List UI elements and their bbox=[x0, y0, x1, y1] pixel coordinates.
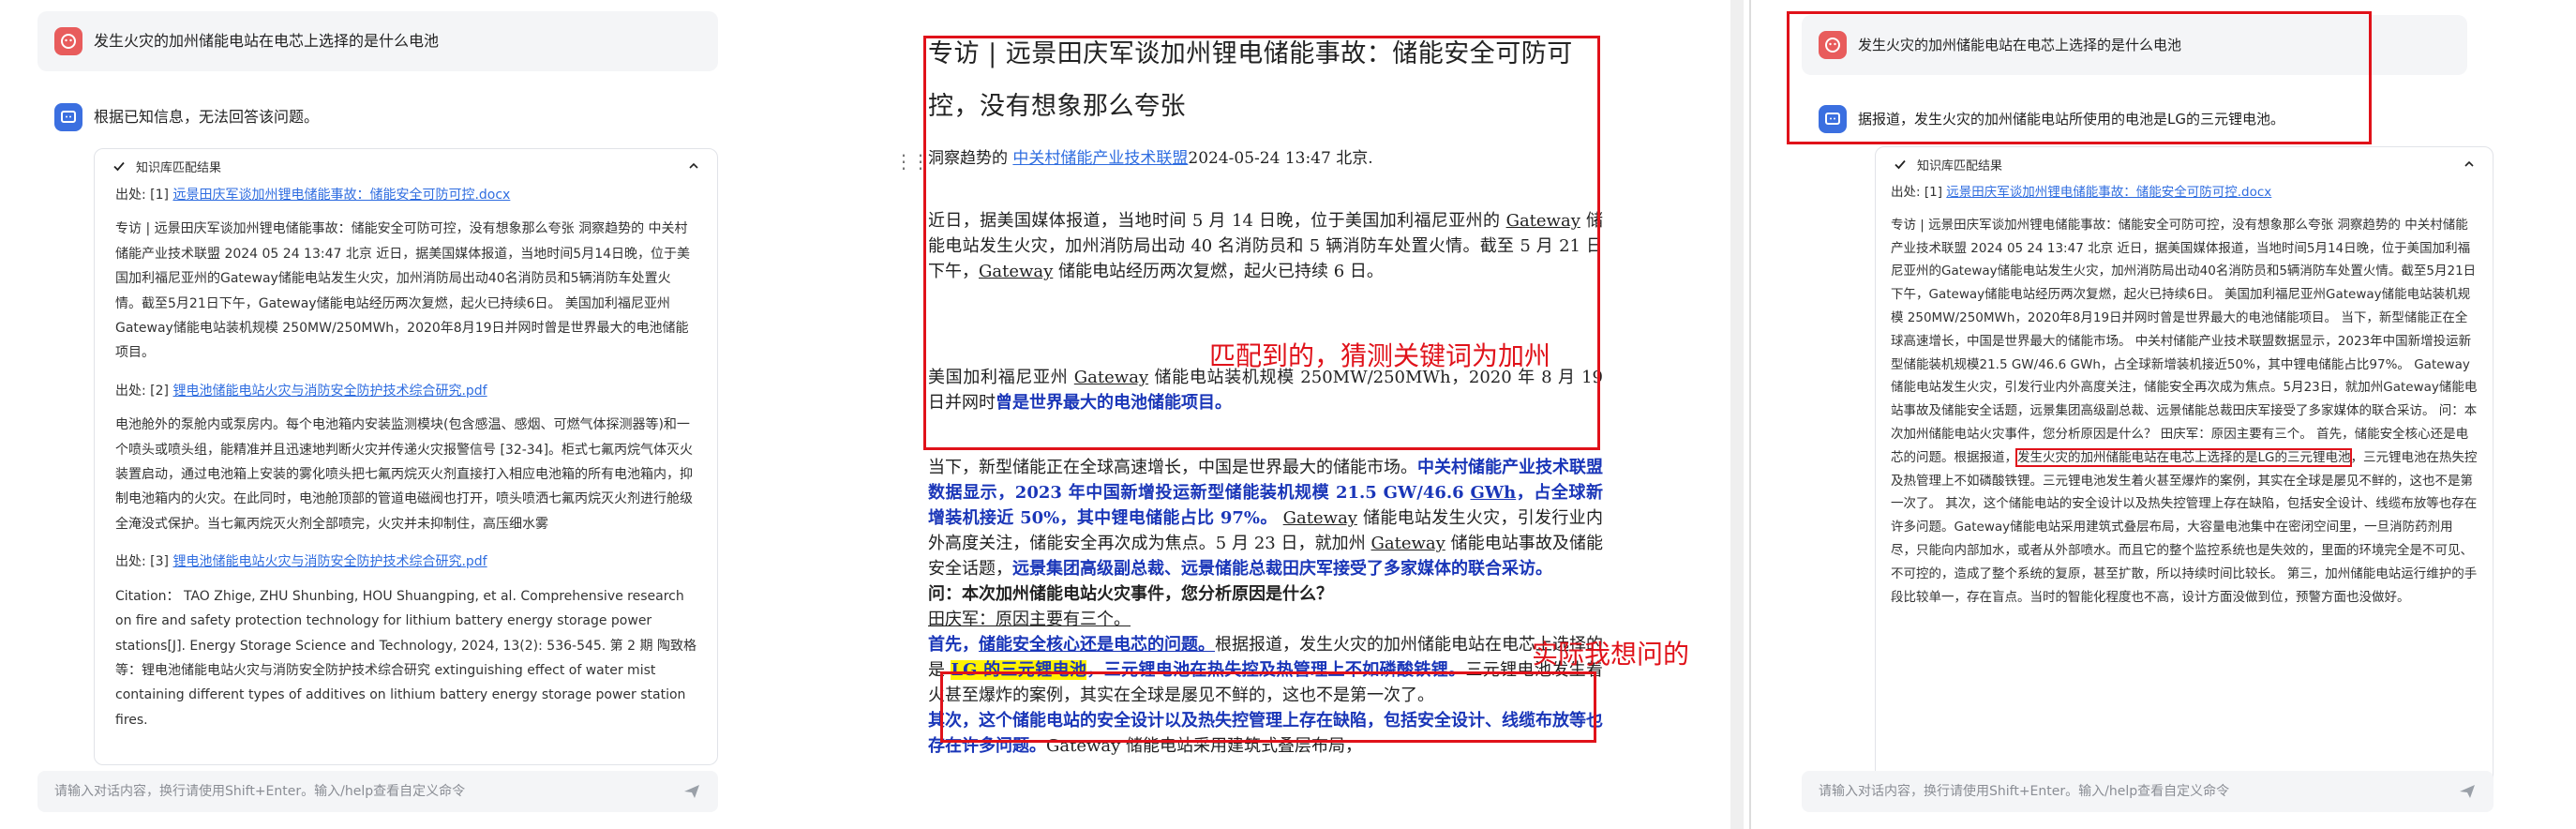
p1-b: Gateway bbox=[1505, 211, 1580, 231]
user-face-icon bbox=[1825, 38, 1840, 53]
bot-chat-icon bbox=[61, 111, 76, 123]
kb-source-1-link[interactable]: 远景田庆军谈加州锂电储能事故：储能安全可防可控.docx bbox=[172, 188, 510, 203]
meta-link[interactable]: 中关村储能产业技术联盟 bbox=[1012, 149, 1188, 168]
right-chat-panel: 发生火灾的加州储能电站在电芯上选择的是什么电池 据报道，发生火灾的加州储能电站所… bbox=[1772, 0, 2576, 829]
right-kb-header[interactable]: 知识库匹配结果 bbox=[1876, 147, 2493, 181]
doc-paragraph-4: 首先，储能安全核心还是电芯的问题。根据报道，发生火灾的加州储能电站在电芯上选择的… bbox=[928, 632, 1603, 708]
chevron-up-icon[interactable] bbox=[2463, 158, 2476, 171]
p2-b: Gateway bbox=[1073, 368, 1149, 387]
user-face-icon bbox=[61, 34, 76, 49]
drag-handle-icon[interactable]: ⋮⋮ bbox=[894, 150, 930, 173]
chat-input[interactable] bbox=[52, 783, 681, 800]
right-kb-header-label: 知识库匹配结果 bbox=[1917, 158, 2003, 173]
chevron-up-icon[interactable] bbox=[687, 159, 700, 173]
panel-divider bbox=[1730, 0, 1744, 829]
right-user-question-bubble: 发生火灾的加州储能电站在电芯上选择的是什么电池 bbox=[1802, 15, 2467, 75]
p1-d: Gateway bbox=[979, 262, 1054, 281]
doc-paragraph-5: 其次，这个储能电站的安全设计以及热失控管理上存在缺陷，包括安全设计、线缆布放等也… bbox=[928, 708, 1603, 759]
bot-answer-text: 根据已知信息，无法回答该问题。 bbox=[94, 108, 320, 126]
check-icon bbox=[1895, 159, 1906, 170]
user-question-text: 发生火灾的加州储能电站在电芯上选择的是什么电池 bbox=[94, 32, 440, 50]
right-knowledge-base-results: 知识库匹配结果 出处: [1] 远景田庆军谈加州锂电储能事故：储能安全可防可控.… bbox=[1875, 146, 2494, 793]
kb-source-2-prefix: 出处: [2] bbox=[115, 383, 173, 399]
check-icon bbox=[113, 161, 125, 172]
p3-answer: 田庆军：原因主要有三个。 bbox=[928, 610, 1131, 629]
p3-e: Gateway bbox=[1282, 508, 1357, 528]
kb-header-label: 知识库匹配结果 bbox=[136, 160, 222, 175]
p4-a: 首先， bbox=[928, 635, 979, 655]
actual-annotation: 实际我想问的 bbox=[1532, 639, 1690, 670]
right-kb-source-link[interactable]: 远景田庆军谈加州锂电储能事故：储能安全可防可控.docx bbox=[1946, 185, 2271, 200]
kb-source-2-link[interactable]: 锂电池储能电站火灾与消防安全防护技术综合研究.pdf bbox=[172, 384, 487, 399]
left-chat-panel: 发生火灾的加州储能电站在电芯上选择的是什么电池 根据已知信息，无法回答该问题。 … bbox=[0, 0, 741, 829]
kb-source-2: 出处: [2] 锂电池储能电站火灾与消防安全防护技术综合研究.pdf bbox=[115, 379, 696, 403]
knowledge-base-results: 知识库匹配结果 出处: [1] 远景田庆军谈加州锂电储能事故：储能安全可防可控.… bbox=[94, 148, 718, 765]
document-view: 专访 | 远景田庆军谈加州锂电储能事故：储能安全可防可控，没有想象那么夸张 洞察… bbox=[928, 28, 1603, 829]
kb-body: 出处: [1] 远景田庆军谈加州锂电储能事故：储能安全可防可控.docx 专访 … bbox=[95, 183, 717, 732]
p3-question: 问：本次加州储能电站火灾事件，您分析原因是什么？ bbox=[928, 584, 1333, 604]
right-user-avatar bbox=[1819, 31, 1847, 59]
document-title: 专访 | 远景田庆军谈加州锂电储能事故：储能安全可防可控，没有想象那么夸张 bbox=[928, 39, 1573, 121]
document-meta: 洞察趋势的 中关村储能产业技术联盟2024-05-24 13:47 北京. bbox=[928, 146, 1603, 171]
p4-e: ， bbox=[1086, 660, 1104, 680]
right-chat-input[interactable] bbox=[1817, 783, 2456, 800]
right-user-question-text: 发生火灾的加州储能电站在电芯上选择的是什么电池 bbox=[1858, 37, 2182, 53]
doc-paragraph-3: 当下，新型储能正在全球高速增长，中国是世界最大的储能市场。中关村储能产业技术联盟… bbox=[928, 455, 1603, 632]
kb-source-3-prefix: 出处: [3] bbox=[115, 554, 173, 570]
kb-header[interactable]: 知识库匹配结果 bbox=[95, 149, 717, 183]
send-icon[interactable] bbox=[681, 780, 703, 803]
right-bot-avatar bbox=[1819, 105, 1847, 133]
right-kb-text-after: ，三元锂电池在热失控及热管理上不如磷酸铁锂。三元锂电池发生着火甚至爆炸的案例，其… bbox=[1891, 449, 2478, 605]
doc-paragraph-1: 近日，据美国媒体报道，当地时间 5 月 14 日晚，位于美国加利福尼亚州的 Ga… bbox=[928, 208, 1603, 284]
chat-input-bar bbox=[37, 771, 718, 812]
kb-excerpt-3: Citation： TAO Zhige, ZHU Shunbing, HOU S… bbox=[115, 588, 696, 728]
p4-b: 储能安全核心还是电芯的问题。 bbox=[979, 635, 1215, 655]
right-send-icon[interactable] bbox=[2456, 780, 2479, 803]
p4-f: 三元锂电池在热失控及热管理上不如磷酸铁锂。 bbox=[1103, 660, 1466, 680]
right-kb-source-1: 出处: [1] 远景田庆军谈加州锂电储能事故：储能安全可防可控.docx bbox=[1891, 181, 2478, 204]
right-kb-excerpt: 专访 | 远景田庆军谈加州锂电储能事故：储能安全可防可控，没有想象那么夸张 洞察… bbox=[1891, 214, 2478, 610]
p2-a: 美国加利福尼亚州 bbox=[928, 368, 1074, 387]
kb-source-1-prefix: 出处: [1] bbox=[115, 188, 173, 203]
right-kb-body: 出处: [1] 远景田庆军谈加州锂电储能事故：储能安全可防可控.docx 专访 … bbox=[1876, 181, 2493, 609]
p2-d: 曾是世界最大的电池储能项目。 bbox=[996, 393, 1232, 413]
p1-e: 储能电站经历两次复燃，起火已持续 6 日。 bbox=[1053, 262, 1384, 281]
p3-i: 远景集团高级副总裁、远景储能总裁田庆军接受了多家媒体的联合采访。 bbox=[1012, 559, 1552, 579]
kb-source-3: 出处: [3] 锂电池储能电站火灾与消防安全防护技术综合研究.pdf bbox=[115, 550, 696, 574]
kb-source-3-link[interactable]: 锂电池储能电站火灾与消防安全防护技术综合研究.pdf bbox=[172, 554, 487, 569]
meta-date: 2024-05-24 13:47 bbox=[1188, 149, 1331, 168]
user-avatar bbox=[54, 27, 82, 55]
kb-excerpt-1: 专访 | 远景田庆军谈加州锂电储能事故：储能安全可防可控，没有想象那么夸张 洞察… bbox=[115, 221, 691, 361]
right-kb-text-before: 专访 | 远景田庆军谈加州锂电储能事故：储能安全可防可控，没有想象那么夸张 洞察… bbox=[1891, 217, 2478, 465]
p1-a: 近日，据美国媒体报道，当地时间 5 月 14 日晚，位于美国加利福尼亚州的 bbox=[928, 211, 1506, 231]
p3-a: 当下，新型储能正在全球高速增长，中国是世界最大的储能市场。 bbox=[928, 458, 1417, 477]
p5-b: Gateway 储能电站采用建筑式叠层布局， bbox=[1046, 736, 1363, 756]
kb-excerpt-2: 电池舱外的泵舱内或泵房内。每个电池箱内安装监测模块(包含感温、感烟、可燃气体探测… bbox=[115, 417, 694, 532]
p4-highlight: LG 的三元锂电池 bbox=[951, 660, 1087, 680]
bot-chat-icon bbox=[1825, 113, 1840, 125]
right-bot-answer-text: 据报道，发生火灾的加州储能电站所使用的电池是LG的三元锂电池。 bbox=[1858, 111, 2284, 128]
right-kb-source-prefix: 出处: [1] bbox=[1891, 185, 1947, 200]
p3-g: Gateway bbox=[1370, 534, 1445, 553]
right-kb-highlight: 发生火灾的加州储能电站在电芯上选择的是LG的三元锂电池 bbox=[2014, 447, 2353, 467]
meta-prefix: 洞察趋势的 bbox=[928, 149, 1013, 168]
matched-annotation: 匹配到的，猜测关键词为加州 bbox=[1209, 340, 1551, 371]
meta-location: 北京. bbox=[1330, 149, 1373, 168]
kb-source-1: 出处: [1] 远景田庆军谈加州锂电储能事故：储能安全可防可控.docx bbox=[115, 183, 696, 207]
p3-c: GWh bbox=[1470, 483, 1517, 503]
panel-divider-line[interactable] bbox=[1749, 0, 1751, 829]
user-question-bubble: 发生火灾的加州储能电站在电芯上选择的是什么电池 bbox=[37, 11, 718, 71]
right-chat-input-bar bbox=[1802, 771, 2494, 812]
bot-avatar bbox=[54, 103, 82, 131]
